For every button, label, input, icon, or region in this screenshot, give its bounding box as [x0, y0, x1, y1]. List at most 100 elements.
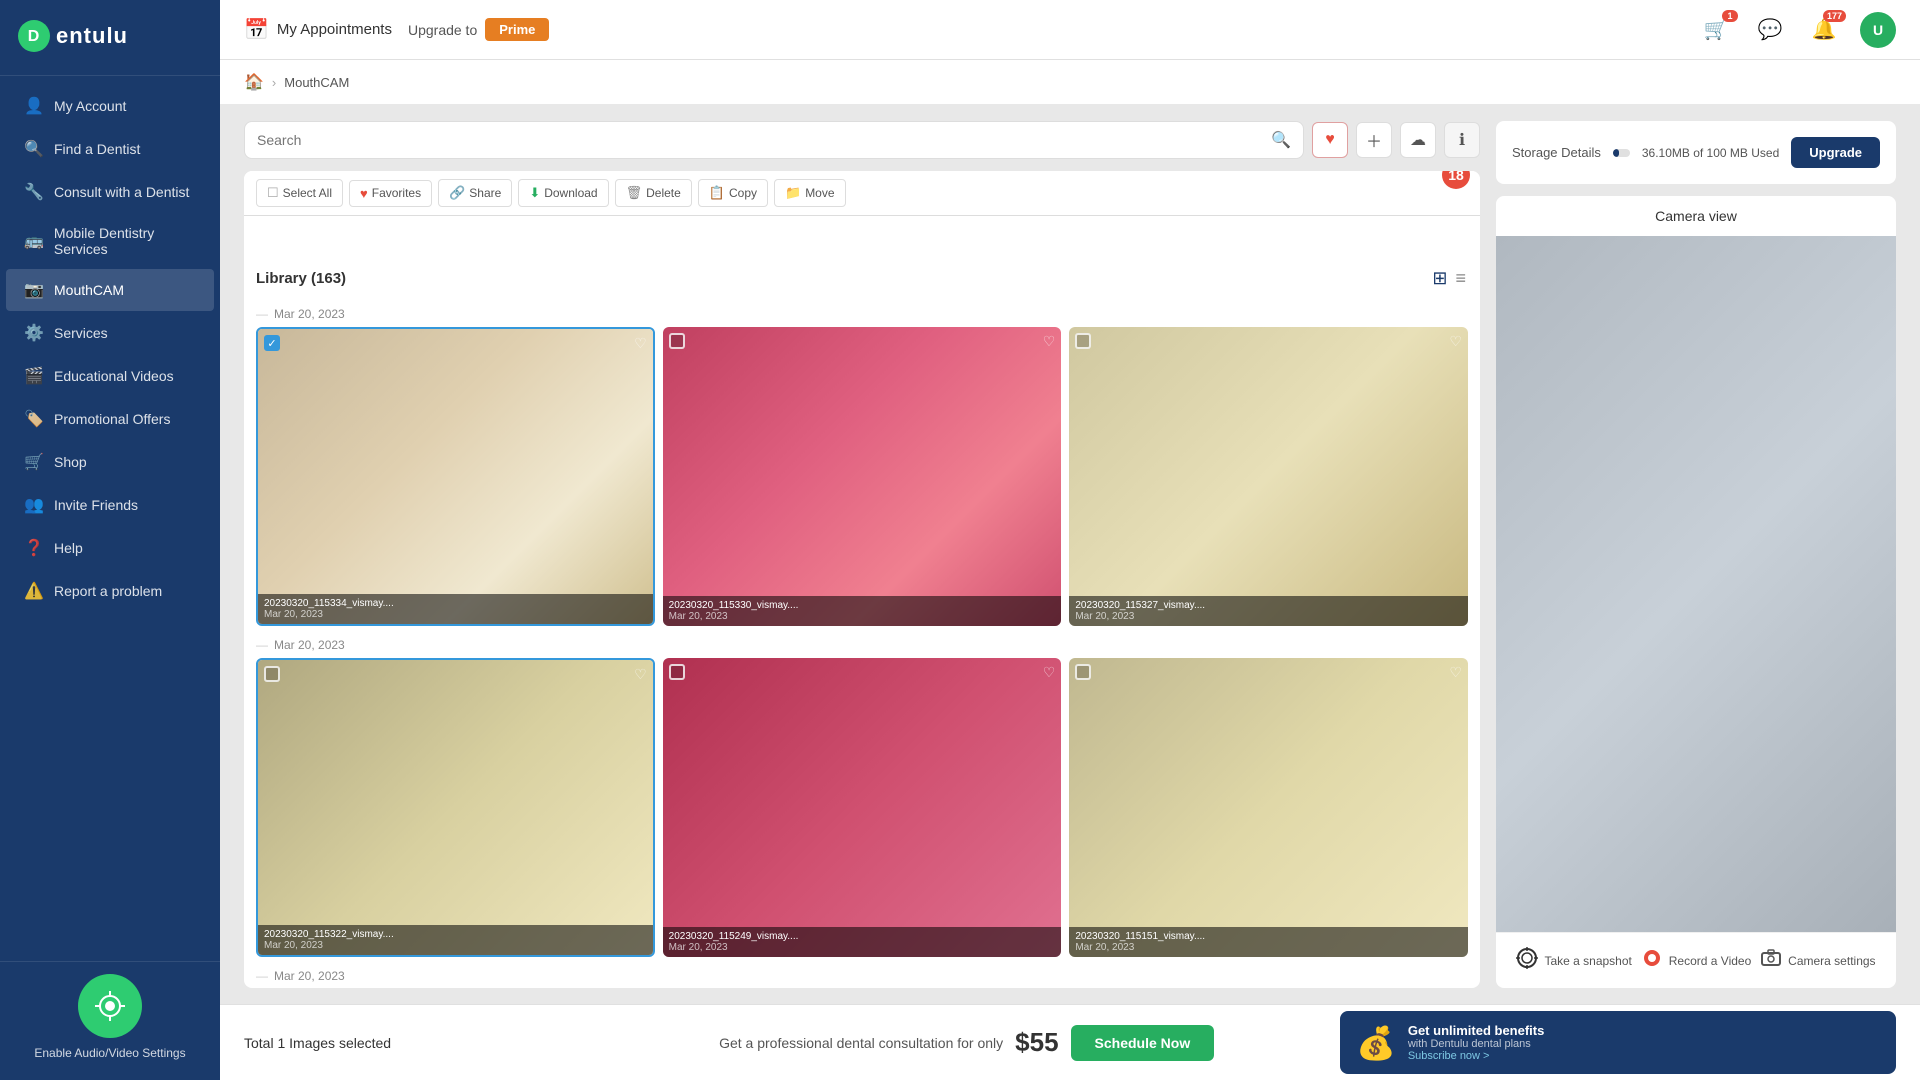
card-heart-2[interactable]: ♡: [1043, 333, 1056, 350]
library-grid: Mar 20, 2023 ✓ ♡ 20230320_115334_vismay.…: [244, 299, 1480, 988]
view-toggle: ⊞ ≡: [1430, 266, 1468, 291]
promo-sub: with Dentulu dental plans: [1408, 1038, 1880, 1050]
card-checkbox-2[interactable]: [669, 333, 685, 349]
move-button[interactable]: 📁 Move: [774, 179, 846, 207]
sidebar-navigation: 👤 My Account 🔍 Find a Dentist 🔧 Consult …: [0, 76, 220, 961]
list-view-button[interactable]: ≡: [1453, 266, 1468, 291]
consult-banner: Get a professional dental consultation f…: [617, 1025, 1316, 1061]
snapshot-button[interactable]: Take a snapshot: [1516, 947, 1631, 974]
shop-icon: 🛒: [24, 452, 44, 472]
cart-badge: 1: [1722, 10, 1738, 22]
sidebar-item-find-dentist[interactable]: 🔍 Find a Dentist: [6, 128, 214, 170]
upgrade-storage-button[interactable]: Upgrade: [1791, 137, 1880, 168]
breadcrumb-separator: ›: [272, 75, 276, 90]
checkbox-icon: ☐: [267, 185, 279, 201]
card-checkbox-1[interactable]: ✓: [264, 335, 280, 351]
topbar: 📅 My Appointments Upgrade to Prime 🛒 1 💬…: [220, 0, 1920, 60]
image-card[interactable]: ✓ ♡ 20230320_115334_vismay.... Mar 20, 2…: [256, 327, 655, 626]
notifications-button[interactable]: 🔔 177: [1806, 12, 1842, 48]
appointments-icon: 📅: [244, 17, 269, 42]
copy-button[interactable]: 📋 Copy: [698, 179, 768, 207]
av-settings-button[interactable]: [78, 974, 142, 1038]
copy-icon: 📋: [709, 185, 725, 201]
share-button[interactable]: 🔗 Share: [438, 179, 512, 207]
image-card[interactable]: ♡ 20230320_115249_vismay.... Mar 20, 202…: [663, 658, 1062, 957]
sidebar-item-shop[interactable]: 🛒 Shop: [6, 441, 214, 483]
image-card[interactable]: ♡ 20230320_115330_vismay.... Mar 20, 202…: [663, 327, 1062, 626]
toolbar-favorites-button[interactable]: ♥ Favorites: [349, 180, 432, 207]
bottom-bar: Total 1 Images selected Get a profession…: [220, 1004, 1920, 1080]
sidebar-item-report-problem[interactable]: ⚠️ Report a problem: [6, 570, 214, 612]
avatar[interactable]: U: [1860, 12, 1896, 48]
image-card[interactable]: ♡ 20230320_115327_vismay.... Mar 20, 202…: [1069, 327, 1468, 626]
card-heart-1[interactable]: ♡: [634, 335, 647, 352]
select-all-button[interactable]: ☐ Select All: [256, 179, 343, 207]
snapshot-icon: [1516, 947, 1538, 974]
camera-title: Camera view: [1496, 196, 1896, 236]
download-button[interactable]: ⬇ Download: [518, 179, 608, 207]
card-checkbox-5[interactable]: [669, 664, 685, 680]
upload-button[interactable]: ☁: [1400, 122, 1436, 158]
card-heart-6[interactable]: ♡: [1449, 664, 1462, 681]
card-footer-3: 20230320_115327_vismay.... Mar 20, 2023: [1069, 596, 1468, 626]
prime-badge[interactable]: Prime: [485, 18, 549, 41]
promo-text: Get unlimited benefits with Dentulu dent…: [1408, 1023, 1880, 1062]
trash-icon: 🗑: [626, 185, 643, 201]
favorites-filter-button[interactable]: ♥: [1312, 122, 1348, 158]
card-heart-5[interactable]: ♡: [1043, 664, 1056, 681]
main-split: 🔍 ♥ ＋ ☁ ℹ ☐ Select All: [220, 105, 1920, 1004]
sidebar-item-mobile-dentistry[interactable]: 🚌 Mobile Dentistry Services: [6, 214, 214, 268]
sidebar-item-promotional-offers[interactable]: 🏷️ Promotional Offers: [6, 398, 214, 440]
promo-banner[interactable]: 💰 Get unlimited benefits with Dentulu de…: [1340, 1011, 1896, 1074]
sidebar-item-educational-videos[interactable]: 🎬 Educational Videos: [6, 355, 214, 397]
camera-controls: Take a snapshot Record a Video: [1496, 932, 1896, 988]
topbar-right: 🛒 1 💬 🔔 177 U: [1698, 12, 1896, 48]
info-button[interactable]: ℹ: [1444, 122, 1480, 158]
card-footer-5: 20230320_115249_vismay.... Mar 20, 2023: [663, 927, 1062, 957]
image-grid-2: ♡ 20230320_115322_vismay.... Mar 20, 202…: [256, 658, 1468, 957]
warning-icon: ⚠️: [24, 581, 44, 601]
chat-button[interactable]: 💬: [1752, 12, 1788, 48]
search-icon: 🔍: [24, 139, 44, 159]
card-checkbox-3[interactable]: [1075, 333, 1091, 349]
floating-toolbar: ☐ Select All ♥ Favorites 🔗 Share ⬇: [244, 171, 1480, 216]
home-breadcrumb[interactable]: 🏠: [244, 72, 264, 92]
card-heart-4[interactable]: ♡: [634, 666, 647, 683]
sidebar-item-invite-friends[interactable]: 👥 Invite Friends: [6, 484, 214, 526]
search-input[interactable]: [257, 132, 1263, 148]
camera-settings-button[interactable]: Camera settings: [1760, 947, 1875, 974]
card-footer-6: 20230320_115151_vismay.... Mar 20, 2023: [1069, 927, 1468, 957]
tool-icon: 🔧: [24, 182, 44, 202]
sidebar-item-help[interactable]: ❓ Help: [6, 527, 214, 569]
sidebar-item-consult-dentist[interactable]: 🔧 Consult with a Dentist: [6, 171, 214, 213]
tag-icon: 🏷️: [24, 409, 44, 429]
gear-icon: ⚙️: [24, 323, 44, 343]
image-card[interactable]: ♡ 20230320_115322_vismay.... Mar 20, 202…: [256, 658, 655, 957]
sidebar-item-my-account[interactable]: 👤 My Account: [6, 85, 214, 127]
sidebar-item-mouthcam[interactable]: 📷 MouthCAM: [6, 269, 214, 311]
date-header-3: Mar 20, 2023: [256, 969, 1468, 983]
logo-text: D entulu: [16, 30, 156, 60]
record-button[interactable]: Record a Video: [1641, 947, 1752, 974]
friends-icon: 👥: [24, 495, 44, 515]
card-checkbox-6[interactable]: [1075, 664, 1091, 680]
promo-link[interactable]: Subscribe now >: [1408, 1050, 1880, 1062]
sidebar-item-services[interactable]: ⚙️ Services: [6, 312, 214, 354]
breadcrumb-current: MouthCAM: [284, 75, 349, 90]
appointments-button[interactable]: 📅 My Appointments: [244, 17, 392, 42]
schedule-button[interactable]: Schedule Now: [1071, 1025, 1215, 1061]
card-checkbox-4[interactable]: [264, 666, 280, 682]
delete-button[interactable]: 🗑 Delete: [615, 179, 692, 207]
logo[interactable]: D entulu: [0, 0, 220, 76]
add-button[interactable]: ＋: [1356, 122, 1392, 158]
heart-icon: ♥: [360, 186, 368, 201]
card-heart-3[interactable]: ♡: [1449, 333, 1462, 350]
cart-button[interactable]: 🛒 1: [1698, 12, 1734, 48]
card-footer-2: 20230320_115330_vismay.... Mar 20, 2023: [663, 596, 1062, 626]
grid-view-button[interactable]: ⊞: [1430, 266, 1449, 291]
storage-card: Storage Details 36.10MB of 100 MB Used U…: [1496, 121, 1896, 184]
storage-text: 36.10MB of 100 MB Used: [1642, 146, 1779, 160]
search-icon[interactable]: 🔍: [1271, 130, 1291, 150]
image-card[interactable]: ♡ 20230320_115151_vismay.... Mar 20, 202…: [1069, 658, 1468, 957]
user-icon: 👤: [24, 96, 44, 116]
